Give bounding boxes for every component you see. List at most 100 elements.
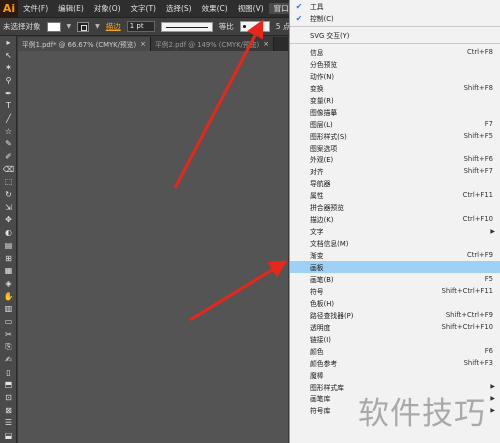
menu-item-label: 工具 [310,3,324,12]
tool-17-icon[interactable]: ⊞ [0,252,17,265]
tool-8-icon[interactable]: ✎ [0,138,17,151]
tool-7-icon[interactable]: ☆ [0,125,17,138]
tab-document-1[interactable]: 平例1.pdf* @ 66.67% (CMYK/预览) × [18,37,151,51]
menu-item-label: 控制(C) [310,15,334,24]
menu-item-10[interactable]: 图形样式(S) Shift+F5 [290,130,500,142]
menu-item-8[interactable]: 图像描摹 [290,106,500,118]
tool-20-icon[interactable]: ✋ [0,290,17,303]
menu-item-24[interactable]: 色板(H) [290,297,500,309]
menu-object[interactable]: 对象(O) [89,3,126,14]
tool-9-icon[interactable]: ✐ [0,150,17,163]
menu-edit[interactable]: 编辑(E) [53,3,89,14]
menu-item-1[interactable]: ✔ 控制(C) [290,12,500,24]
tool-23-icon[interactable]: ✂ [0,328,17,341]
tool-19-icon[interactable]: ◈ [0,277,17,290]
menu-file[interactable]: 文件(F) [18,3,53,14]
tool-6-icon[interactable]: ╱ [0,112,17,125]
tool-13-icon[interactable]: ⇲ [0,201,17,214]
brush-definition[interactable] [239,21,270,32]
tool-27-icon[interactable]: ⬒ [0,379,17,392]
menu-item-16[interactable]: 拼合器预览 [290,201,500,213]
close-icon[interactable]: × [140,40,146,48]
menu-item-25[interactable]: 路径查找器(P) Shift+Ctrl+F9 [290,309,500,321]
menu-type[interactable]: 文字(T) [126,3,161,14]
tool-14-icon[interactable]: ✥ [0,214,17,227]
tool-2-icon[interactable]: ✶ [0,61,17,74]
tool-3-icon[interactable]: ⚲ [0,74,17,87]
menu-item-21[interactable]: 画板 [290,260,500,274]
fill-dropdown-icon[interactable]: ▼ [67,23,72,30]
menu-item-5[interactable]: 动作(N) [290,70,500,82]
tool-1-icon[interactable]: ↖ [0,49,17,62]
tool-15-icon[interactable]: ◐ [0,226,17,239]
menu-item-18[interactable]: 文字 ▶ [290,225,500,237]
menu-select[interactable]: 选择(S) [161,3,197,14]
menu-item-shortcut: F7 [484,119,493,128]
menu-item-label: 对齐 [310,168,324,177]
menu-item-11[interactable]: 图案选项 [290,141,500,153]
close-icon[interactable]: × [263,40,269,48]
menu-item-28[interactable]: 颜色 F6 [290,345,500,357]
tool-24-icon[interactable]: ⎘ [0,341,17,354]
tab-document-2[interactable]: 平例2.pdf @ 149% (CMYK/预览) × [150,37,275,51]
tool-25-icon[interactable]: ✍ [0,353,17,366]
tool-16-icon[interactable]: ▤ [0,239,17,252]
stroke-dropdown-icon[interactable]: ▼ [95,23,100,30]
artboard-canvas[interactable] [18,51,288,443]
stroke-weight-input[interactable]: 1 pt [126,21,155,32]
menu-item-7[interactable]: 变量(R) [290,94,500,106]
tool-21-icon[interactable]: ▥ [0,302,17,315]
tool-28-icon[interactable]: ⊡ [0,391,17,404]
menu-item-22[interactable]: 画笔(B) F5 [290,273,500,285]
variable-width-profile[interactable] [160,21,213,32]
menu-item-26[interactable]: 透明度 Shift+Ctrl+F10 [290,321,500,333]
menu-item-20[interactable]: 渐变 Ctrl+F9 [290,249,500,261]
tool-5-icon[interactable]: T [0,99,17,112]
app-logo: Ai [0,0,18,18]
menu-item-17[interactable]: 描边(K) Ctrl+F10 [290,213,500,225]
stroke-swatch[interactable] [77,21,90,32]
menu-item-19[interactable]: 文档信息(M) [290,237,500,249]
menu-item-12[interactable]: 外观(E) Shift+F6 [290,153,500,165]
tool-12-icon[interactable]: ↻ [0,188,17,201]
fill-swatch[interactable] [46,21,61,32]
tool-0-icon[interactable]: ▸ [0,36,17,49]
tool-10-icon[interactable]: ⌫ [0,163,17,176]
tool-30-icon[interactable]: ☰ [0,417,17,430]
menu-item-label: 图像描摹 [310,108,338,117]
tool-18-icon[interactable]: ▦ [0,264,17,277]
menu-item-29[interactable]: 颜色参考 Shift+F3 [290,357,500,369]
profile-label: 等比 [218,22,234,31]
menu-item-label: 画笔库 [310,395,331,404]
menu-item-label: 图案选项 [310,144,338,153]
tool-22-icon[interactable]: ▭ [0,315,17,328]
menu-item-shortcut: Shift+Ctrl+F11 [441,286,494,295]
menu-item-30[interactable]: 魔棒 [290,369,500,381]
stroke-label[interactable]: 描边 [106,21,121,32]
tool-31-icon[interactable]: ⬓ [0,429,17,442]
brush-dot-icon [242,25,246,28]
tool-29-icon[interactable]: ⊠ [0,404,17,417]
menu-item-label: 文档信息(M) [310,240,349,249]
tool-26-icon[interactable]: ▯ [0,366,17,379]
menu-item-9[interactable]: 图层(L) F7 [290,118,500,130]
menu-separator [290,42,500,44]
menu-item-4[interactable]: 分色预览 [290,58,500,70]
menu-effect[interactable]: 效果(C) [197,3,233,14]
menu-item-label: 图形样式(S) [310,132,347,141]
menu-item-6[interactable]: 变换 Shift+F8 [290,82,500,94]
menu-view[interactable]: 视图(V) [233,3,269,14]
menu-item-label: 色板(H) [310,299,335,308]
menu-item-3[interactable]: 信息 Ctrl+F8 [290,46,500,58]
menu-item-15[interactable]: 属性 Ctrl+F11 [290,189,500,201]
menu-item-23[interactable]: 符号 Shift+Ctrl+F11 [290,285,500,297]
menu-item-14[interactable]: 导航器 [290,177,500,189]
menu-item-0[interactable]: ✔ 工具 [290,0,500,12]
menu-item-13[interactable]: 对齐 Shift+F7 [290,165,500,177]
menu-item-label: 路径查找器(P) [310,311,354,320]
menu-item-2[interactable]: SVG 交互(Y) [290,29,500,41]
tool-11-icon[interactable]: ⬚ [0,176,17,189]
menu-item-27[interactable]: 链接(I) [290,333,500,345]
menu-item-shortcut: F5 [484,274,493,283]
tool-4-icon[interactable]: ✒ [0,87,17,100]
